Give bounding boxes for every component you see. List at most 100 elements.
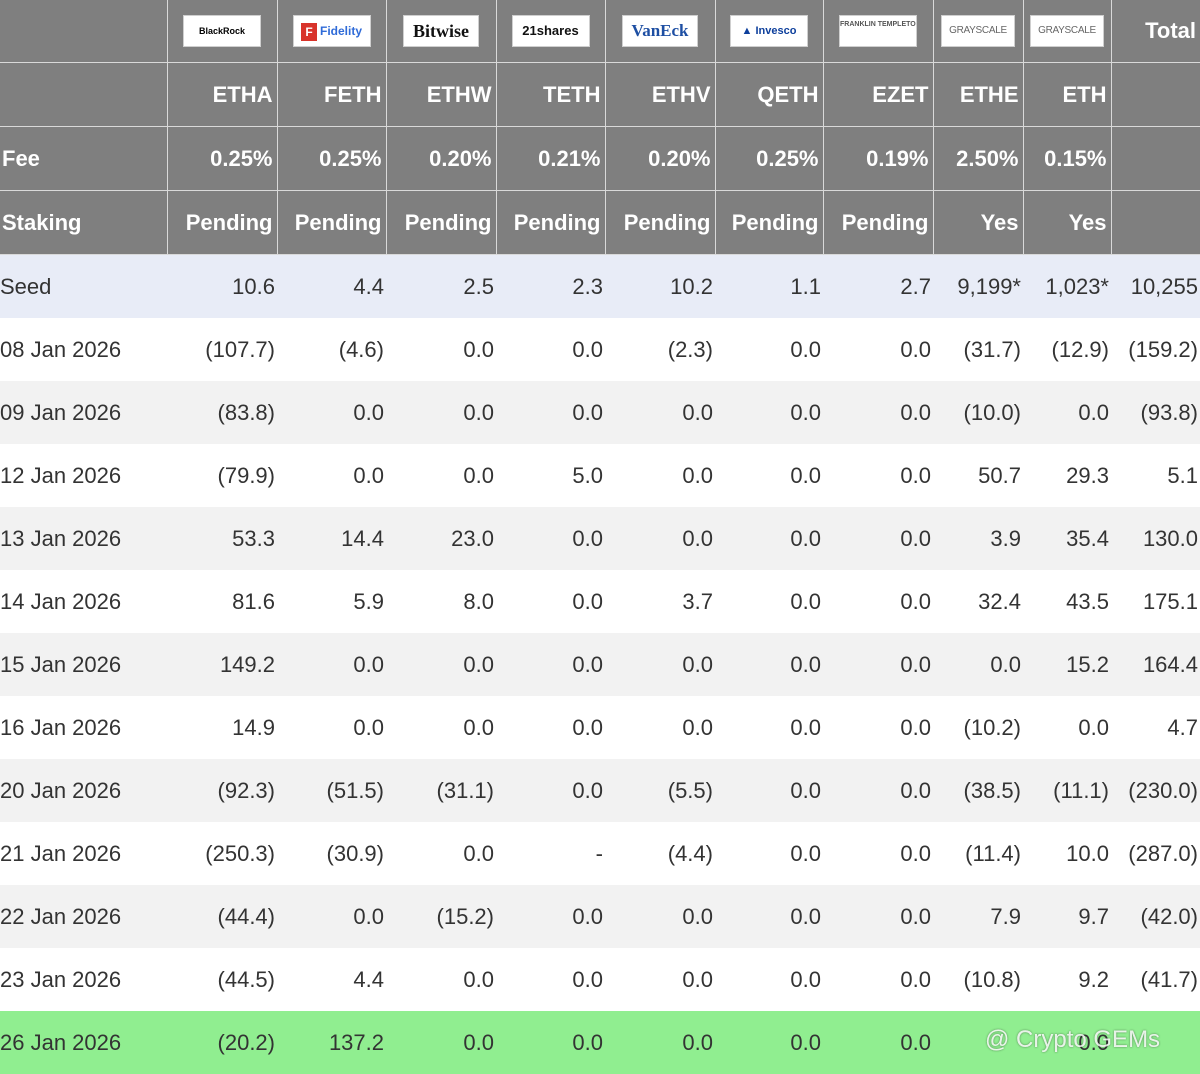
flow-cell: 0.0 [496,318,605,381]
flow-cell: 0.0 [496,570,605,633]
grayscale-mini-logo: GRAYSCALE [1030,15,1104,47]
bitwise-logo: Bitwise [403,15,479,47]
flow-cell: 0.0 [496,696,605,759]
row-label: 20 Jan 2026 [0,759,167,822]
flow-cell: 5.0 [496,444,605,507]
flow-cell: 35.4 [1023,507,1111,570]
flow-cell: (4.6) [277,318,386,381]
flow-cell: 29.3 [1023,444,1111,507]
staking-cell: Pending [167,191,277,255]
flow-cell: 0.0 [823,633,933,696]
flow-cell: 9.2 [1023,948,1111,1011]
flow-rows: Seed10.64.42.52.310.21.12.79,199*1,023*1… [0,255,1200,1074]
flow-cell: 149.2 [167,633,277,696]
flow-cell: 0.0 [823,318,933,381]
flow-cell: 53.3 [167,507,277,570]
flow-cell: 9,199* [933,255,1023,319]
ticker-cell: ETHE [933,63,1023,127]
flow-cell: 1.1 [715,255,823,319]
flow-cell: (10.0) [933,381,1023,444]
flow-cell: (4.4) [605,822,715,885]
flow-cell: 0.0 [823,759,933,822]
flow-cell: 10.6 [167,255,277,319]
table-row: 08 Jan 2026(107.7)(4.6)0.00.0(2.3)0.00.0… [0,318,1200,381]
row-label: 23 Jan 2026 [0,948,167,1011]
flow-cell: 5.9 [277,570,386,633]
staking-cell: Yes [1023,191,1111,255]
grayscale-logo: GRAYSCALE [941,15,1015,47]
flow-cell: 0.0 [605,633,715,696]
flow-cell: 0.0 [715,759,823,822]
staking-cell: Pending [715,191,823,255]
flow-cell: 0.0 [605,444,715,507]
issuer-logo-row: BlackRock FFidelity Bitwise 21shares Van… [0,0,1200,63]
row-label: Seed [0,255,167,319]
total-cell: 10,255 [1111,255,1200,319]
total-cell: 5.1 [1111,444,1200,507]
flow-cell: 0.0 [823,885,933,948]
flow-cell: 0.0 [715,381,823,444]
fee-cell: 0.21% [496,127,605,191]
flow-cell: (79.9) [167,444,277,507]
flow-cell: 0.0 [386,1011,496,1074]
flow-cell: 0.0 [496,1011,605,1074]
flow-cell: 0.0 [496,507,605,570]
fee-cell: 0.19% [823,127,933,191]
flow-cell: 0.0 [605,1011,715,1074]
staking-cell: Pending [386,191,496,255]
flow-cell: 0.0 [715,318,823,381]
ticker-cell: ETHV [605,63,715,127]
staking-cell: Pending [605,191,715,255]
fee-cell: 2.50% [933,127,1023,191]
flow-cell: 0.0 [823,381,933,444]
flow-cell: 50.7 [933,444,1023,507]
flow-cell: 8.0 [386,570,496,633]
flow-cell: (15.2) [386,885,496,948]
table-row: 14 Jan 202681.65.98.00.03.70.00.032.443.… [0,570,1200,633]
flow-cell: 14.9 [167,696,277,759]
row-label: 26 Jan 2026 [0,1011,167,1074]
table-row: 13 Jan 202653.314.423.00.00.00.00.03.935… [0,507,1200,570]
flow-cell: (83.8) [167,381,277,444]
flow-cell: 0.0 [823,570,933,633]
flow-cell: 0.0 [386,696,496,759]
flow-cell: 0.0 [715,885,823,948]
flow-cell: (31.7) [933,318,1023,381]
row-label: 13 Jan 2026 [0,507,167,570]
flow-cell: 3.7 [605,570,715,633]
ticker-row: ETHA FETH ETHW TETH ETHV QETH EZET ETHE … [0,63,1200,127]
flow-cell: 3.9 [933,507,1023,570]
flow-cell: (11.1) [1023,759,1111,822]
corner-cell [0,0,167,63]
flow-cell: 2.3 [496,255,605,319]
fee-cell: 0.25% [715,127,823,191]
flow-cell: 9.7 [1023,885,1111,948]
total-cell: (93.8) [1111,381,1200,444]
total-cell: 130.0 [1111,507,1200,570]
flow-cell: 0.0 [823,822,933,885]
flow-cell: 2.7 [823,255,933,319]
flow-cell: (38.5) [933,759,1023,822]
flow-cell: (107.7) [167,318,277,381]
flow-cell: 23.0 [386,507,496,570]
flow-cell: (30.9) [277,822,386,885]
flow-cell: 0.0 [715,1011,823,1074]
flow-cell: (12.9) [1023,318,1111,381]
flow-cell: 0.0 [1023,1011,1111,1074]
flow-cell: 0.0 [715,507,823,570]
fee-cell: 0.20% [386,127,496,191]
ticker-cell: QETH [715,63,823,127]
ticker-cell: EZET [823,63,933,127]
table-row: 09 Jan 2026(83.8)0.00.00.00.00.00.0(10.0… [0,381,1200,444]
row-label: 09 Jan 2026 [0,381,167,444]
flow-cell: 0.0 [823,1011,933,1074]
flow-cell: 0.0 [1023,381,1111,444]
fee-cell: 0.25% [167,127,277,191]
flow-cell: 0.0 [715,444,823,507]
flow-cell: (92.3) [167,759,277,822]
fee-label: Fee [0,127,167,191]
flow-cell: 0.0 [386,444,496,507]
table-row: 22 Jan 2026(44.4)0.0(15.2)0.00.00.00.07.… [0,885,1200,948]
ticker-cell: ETH [1023,63,1111,127]
flow-cell: 137.2 [277,1011,386,1074]
